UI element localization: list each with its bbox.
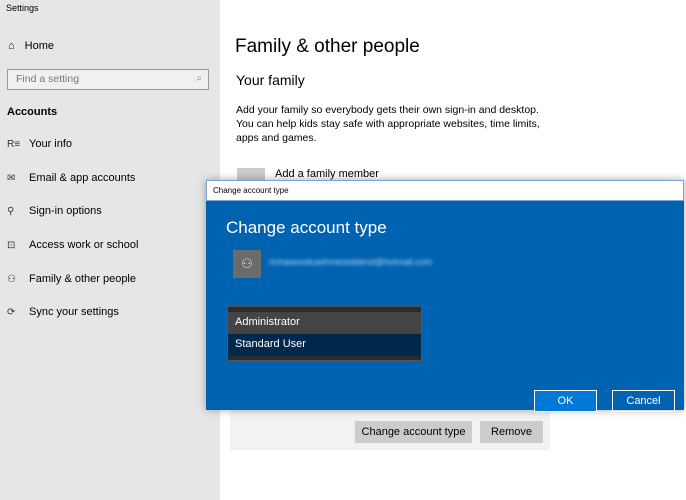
dialog-heading: Change account type: [226, 218, 387, 237]
home-icon: ⌂: [8, 40, 15, 52]
app-title: Settings: [6, 3, 39, 13]
account-email: richawoodcashmereddend@hotmail.com: [269, 257, 433, 267]
search-input[interactable]: Find a setting ⌕: [7, 69, 209, 90]
sidebar-item-label: Sync your settings: [29, 306, 119, 318]
section-heading: Accounts: [7, 106, 58, 118]
sidebar-item-label: Access work or school: [29, 239, 139, 251]
section-title: Your family: [236, 72, 305, 88]
search-icon: ⌕: [196, 73, 202, 84]
ok-button[interactable]: OK: [534, 390, 597, 412]
remove-button[interactable]: Remove: [480, 421, 543, 443]
cancel-button[interactable]: Cancel: [612, 390, 675, 412]
home-label: Home: [24, 40, 54, 52]
sidebar-item-sync[interactable]: ⟳ Sync your settings: [7, 306, 119, 318]
mail-icon: ✉: [7, 172, 16, 184]
sidebar-item-your-info[interactable]: R≡ Your info: [7, 138, 72, 150]
sidebar-item-family[interactable]: ⚇ Family & other people: [7, 273, 136, 285]
sidebar-item-label: Email & app accounts: [29, 172, 136, 184]
briefcase-icon: ⊡: [7, 239, 16, 251]
dialog-title-bar: Change account type: [206, 180, 684, 201]
nav-home[interactable]: ⌂ Home: [8, 40, 54, 52]
sync-icon: ⟳: [7, 306, 16, 318]
search-placeholder: Find a setting: [16, 73, 80, 85]
sidebar-item-label: Sign-in options: [29, 205, 102, 217]
sidebar-item-label: Family & other people: [29, 273, 136, 285]
user-avatar-icon: ⚇: [233, 250, 261, 278]
key-icon: ⚲: [7, 205, 15, 217]
change-account-type-button[interactable]: Change account type: [355, 421, 472, 443]
account-type-dropdown[interactable]: Administrator Standard User: [227, 306, 422, 361]
sidebar-item-label: Your info: [29, 138, 73, 150]
option-administrator[interactable]: Administrator: [228, 312, 421, 334]
sidebar: Settings ⌂ Home Find a setting ⌕ Accounts …: [0, 0, 220, 500]
add-person-icon: ⚇: [7, 273, 16, 285]
option-standard-user[interactable]: Standard User: [228, 334, 421, 356]
id-card-icon: R≡: [7, 138, 21, 150]
family-description: Add your family so everybody gets their …: [236, 104, 540, 144]
sidebar-item-work[interactable]: ⊡ Access work or school: [7, 239, 138, 251]
change-account-type-dialog: Change account type Change account type …: [206, 180, 684, 412]
sidebar-item-email[interactable]: ✉ Email & app accounts: [7, 172, 135, 184]
page-title: Family & other people: [235, 36, 420, 57]
sidebar-item-sign-in[interactable]: ⚲ Sign-in options: [7, 205, 102, 217]
